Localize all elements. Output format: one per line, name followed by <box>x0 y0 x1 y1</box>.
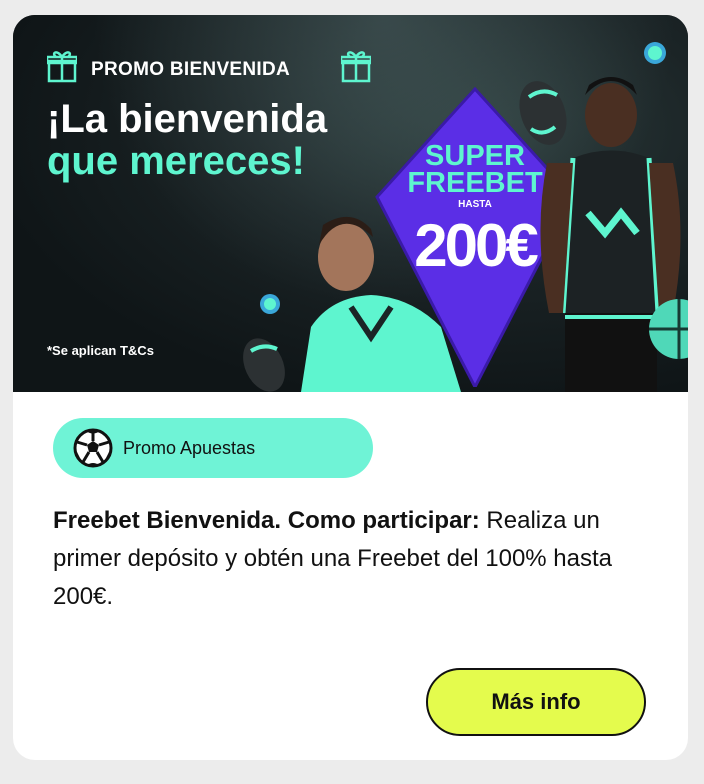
soccer-ball-icon <box>73 428 113 468</box>
basketball-icon <box>649 299 688 359</box>
player-illustration-left <box>301 216 461 392</box>
gift-icon <box>341 51 371 83</box>
gift-icon <box>47 51 77 83</box>
football-icon <box>243 338 285 392</box>
headline-line-2: que mereces! <box>47 139 305 183</box>
description-title: Freebet Bienvenida. Como participar: <box>53 507 480 534</box>
orb-decoration <box>260 294 280 314</box>
promo-description: Freebet Bienvenida. Como participar: Rea… <box>53 502 643 616</box>
more-info-button[interactable]: Más info <box>426 668 646 736</box>
promo-kicker: PROMO BIENVENIDA <box>91 59 291 80</box>
promo-card: PROMO BIENVENIDA ¡La bienvenida que mere… <box>13 15 688 760</box>
orb-decoration <box>644 42 666 64</box>
headline-line-1: ¡La bienvenida <box>47 97 328 141</box>
promo-banner[interactable]: PROMO BIENVENIDA ¡La bienvenida que mere… <box>13 15 688 392</box>
badge-label: Promo Apuestas <box>123 437 256 458</box>
promo-content: Promo Apuestas Freebet Bienvenida. Como … <box>13 392 688 760</box>
banner-headline: ¡La bienvenida que mereces! <box>47 98 327 182</box>
terms-note: *Se aplican T&Cs <box>47 343 154 358</box>
promo-category-badge: Promo Apuestas <box>53 418 373 478</box>
